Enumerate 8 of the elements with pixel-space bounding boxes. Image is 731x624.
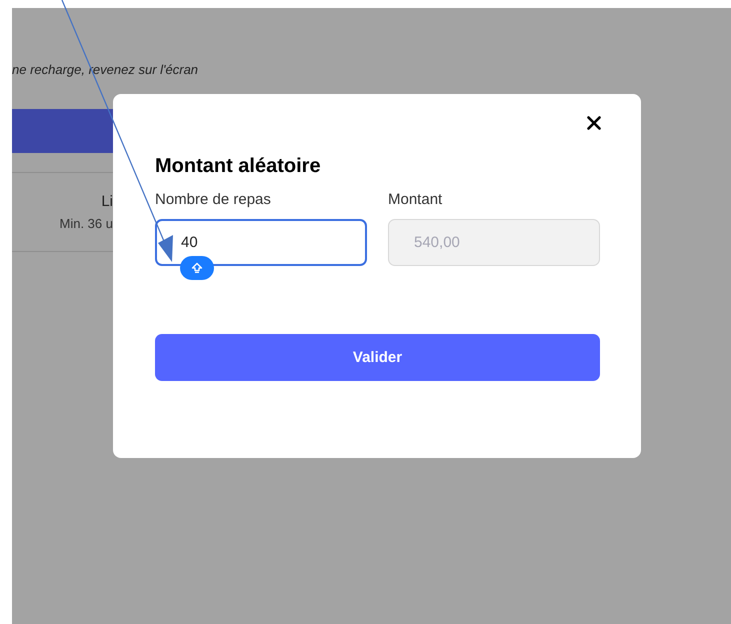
field-label: Nombre de repas — [155, 190, 272, 210]
option-title: Li — [100, 193, 113, 211]
option-subtitle: Min. 36 u — [58, 216, 113, 232]
dialog-title: Montant aléatoire — [155, 154, 322, 178]
close-icon[interactable] — [587, 116, 601, 130]
input-field[interactable]: 40 — [155, 219, 367, 266]
field-label: Montant — [388, 190, 444, 210]
validate-button[interactable]: Valider — [155, 334, 600, 381]
